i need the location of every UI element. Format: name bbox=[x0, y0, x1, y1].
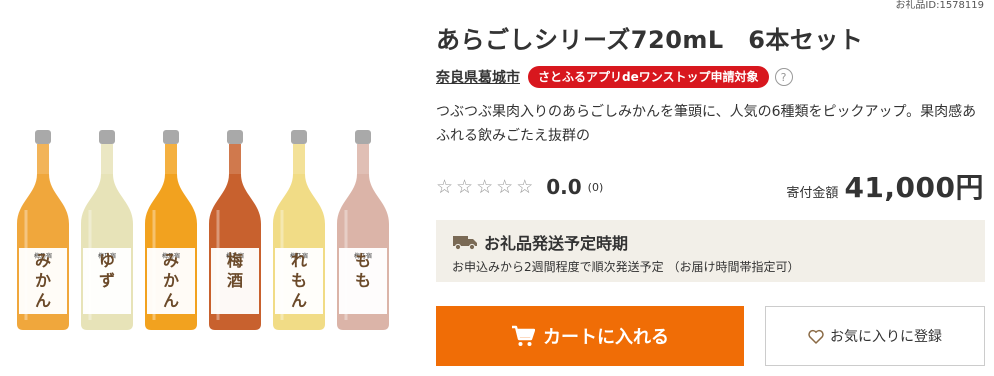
price-label: 寄付金額 bbox=[786, 186, 839, 201]
svg-text:み: み bbox=[163, 251, 179, 270]
star-icon: ☆ bbox=[456, 176, 474, 198]
shipping-text: お申込みから2週間程度で順次発送予定 （お届け時間帯指定可） bbox=[452, 260, 800, 274]
svg-text:ず: ず bbox=[99, 271, 115, 290]
shipping-header: お礼品発送予定時期 bbox=[452, 231, 969, 253]
municipality-row: 奈良県葛城市 さとふるアプリdeワンストップ申請対象 ? bbox=[436, 64, 793, 90]
bottle-3: 梅乃宿みかん bbox=[142, 130, 200, 330]
star-icon: ☆ bbox=[516, 176, 534, 198]
product-image[interactable]: 梅乃宿みかん 梅乃宿ゆず 梅乃宿みかん 梅乃宿梅酒 梅乃宿れもん 梅乃宿もも bbox=[0, 100, 410, 340]
svg-text:梅: 梅 bbox=[227, 251, 243, 270]
truck-icon bbox=[453, 236, 477, 250]
municipality-link[interactable]: 奈良県葛城市 bbox=[436, 67, 520, 87]
heart-icon bbox=[808, 329, 824, 344]
price-value: 41,000円 bbox=[844, 171, 984, 204]
svg-text:み: み bbox=[35, 251, 51, 270]
bottle-5: 梅乃宿れもん bbox=[270, 130, 328, 330]
gift-id: お礼品ID:1578119 bbox=[895, 0, 984, 11]
svg-text:も: も bbox=[355, 271, 371, 290]
bottle-2: 梅乃宿ゆず bbox=[78, 130, 136, 330]
bottle-1: 梅乃宿みかん bbox=[14, 130, 72, 330]
svg-text:ゆ: ゆ bbox=[99, 251, 115, 270]
svg-text:も: も bbox=[291, 271, 307, 290]
cart-icon bbox=[512, 325, 535, 346]
favorite-button-label: お気に入りに登録 bbox=[830, 329, 942, 345]
svg-text:ん: ん bbox=[291, 291, 307, 310]
product-description: つぶつぶ果肉入りのあらごしみかんを筆頭に、人気の6種類をピックアップ。果肉感あふ… bbox=[436, 104, 977, 144]
product-title: あらごしシリーズ720mL 6本セット bbox=[436, 26, 864, 54]
add-favorite-button[interactable]: お気に入りに登録 bbox=[765, 306, 985, 366]
help-icon[interactable]: ? bbox=[774, 68, 793, 86]
svg-text:か: か bbox=[163, 271, 179, 290]
star-icon: ☆ bbox=[436, 176, 454, 198]
svg-text:ん: ん bbox=[163, 291, 179, 310]
star-icon: ☆ bbox=[496, 176, 514, 198]
svg-text:れ: れ bbox=[291, 251, 307, 270]
app-badge: さとふるアプリdeワンストップ申請対象 bbox=[528, 66, 769, 88]
shipping-box: お礼品発送予定時期 お申込みから2週間程度で順次発送予定 （お届け時間帯指定可） bbox=[436, 220, 985, 282]
cart-button-label: カートに入れる bbox=[543, 327, 669, 348]
star-icon: ☆ bbox=[476, 176, 494, 198]
svg-text:酒: 酒 bbox=[227, 271, 243, 290]
svg-text:も: も bbox=[355, 251, 371, 270]
price: 寄付金額 41,000円 bbox=[786, 166, 984, 206]
bottle-6: 梅乃宿もも bbox=[334, 130, 392, 330]
add-to-cart-button[interactable]: カートに入れる bbox=[436, 306, 744, 366]
rating-value: 0.0 bbox=[546, 175, 582, 199]
shipping-title: お礼品発送予定時期 bbox=[484, 234, 629, 253]
bottle-4: 梅乃宿梅酒 bbox=[206, 130, 264, 330]
rating: ☆ ☆ ☆ ☆ ☆ 0.0 (0) bbox=[436, 174, 603, 200]
svg-text:ん: ん bbox=[35, 291, 51, 310]
rating-count[interactable]: (0) bbox=[588, 181, 604, 194]
star-rating: ☆ ☆ ☆ ☆ ☆ bbox=[436, 177, 536, 197]
svg-text:か: か bbox=[35, 271, 51, 290]
